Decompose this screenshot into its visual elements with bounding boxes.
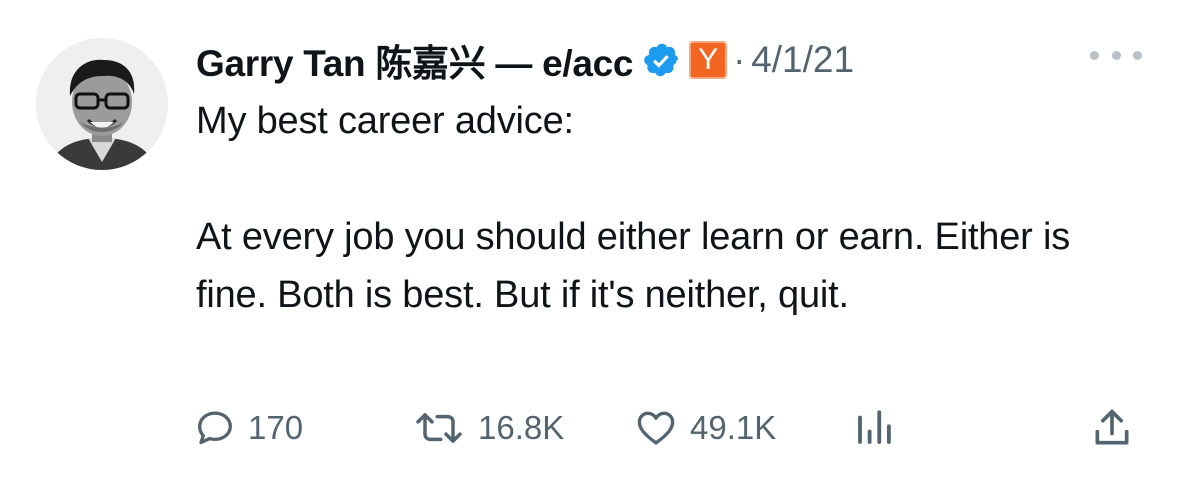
- share-icon: [1095, 409, 1129, 445]
- tweet-line-2: At every job you should either learn or …: [196, 216, 1071, 316]
- reply-icon: [198, 411, 232, 445]
- separator-dot: ·: [733, 39, 746, 80]
- share-button[interactable]: [1090, 400, 1134, 456]
- views-button[interactable]: [853, 400, 895, 456]
- tweet-card[interactable]: Garry Tan 陈嘉兴 — e/acc Y · 4/1/21 My best…: [0, 0, 1179, 478]
- tweet-actions: 170 16.8K 49.1K: [0, 400, 1179, 456]
- more-dot: [1090, 50, 1099, 60]
- retweet-icon: [416, 413, 462, 443]
- heart-icon: [637, 411, 675, 445]
- tweet-text: My best career advice: At every job you …: [196, 92, 1126, 324]
- author-display-name[interactable]: Garry Tan 陈嘉兴 — e/acc: [196, 33, 633, 87]
- retweet-button[interactable]: 16.8K: [412, 400, 564, 456]
- like-count: 49.1K: [690, 409, 777, 446]
- tweet-date[interactable]: 4/1/21: [751, 39, 854, 81]
- retweet-count: 16.8K: [478, 409, 565, 446]
- avatar[interactable]: [36, 38, 168, 170]
- more-options-icon[interactable]: [1090, 40, 1142, 70]
- affiliate-badge[interactable]: Y: [689, 41, 728, 79]
- tweet-line-1: My best career advice:: [196, 100, 574, 142]
- verified-badge-icon[interactable]: [643, 41, 681, 79]
- reply-button[interactable]: 170: [194, 400, 303, 456]
- more-dot: [1133, 50, 1142, 60]
- like-button[interactable]: 49.1K: [634, 400, 776, 456]
- avatar-photo-icon: [36, 38, 168, 170]
- views-chart-icon: [858, 410, 891, 444]
- more-dot: [1111, 50, 1121, 60]
- reply-count: 170: [248, 409, 304, 446]
- tweet-header: Garry Tan 陈嘉兴 — e/acc Y · 4/1/21: [196, 32, 854, 88]
